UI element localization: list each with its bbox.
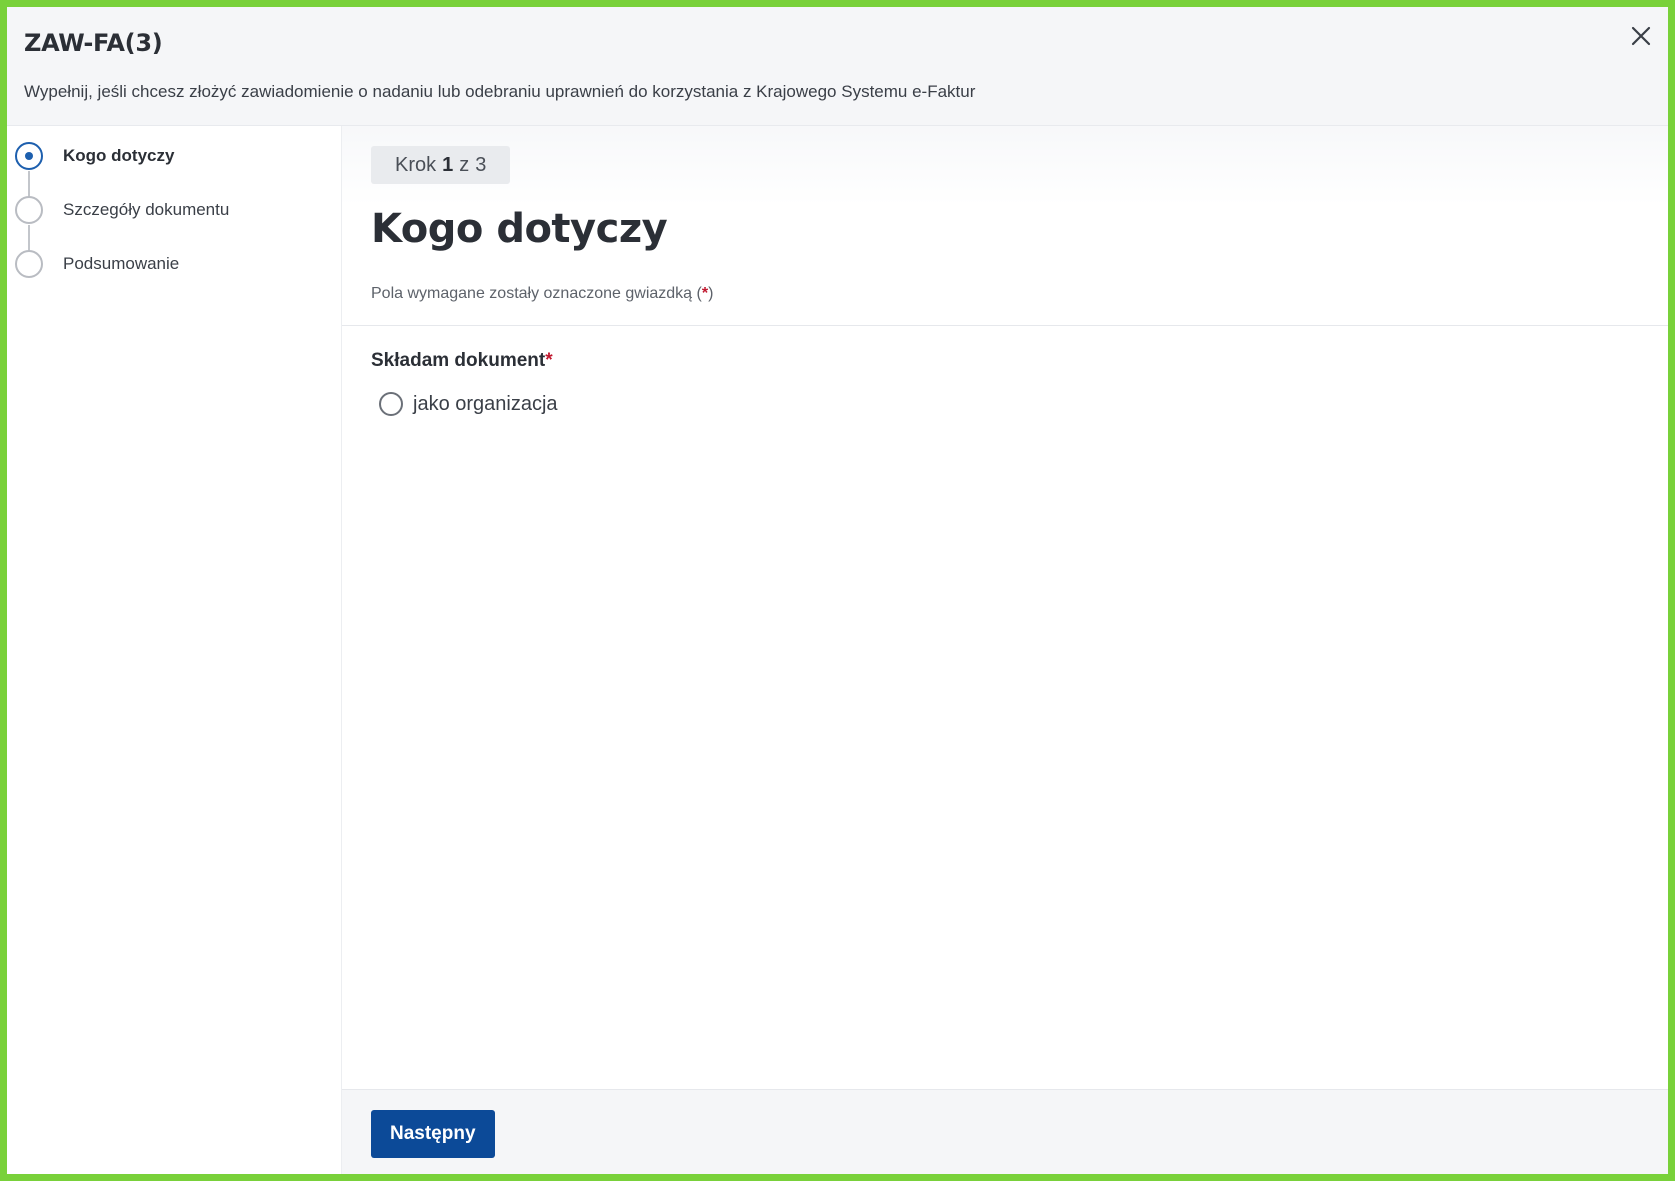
step-pending-indicator-icon bbox=[15, 196, 43, 224]
dialog-header: ZAW-FA(3) Wypełnij, jeśli chcesz złożyć … bbox=[7, 7, 1668, 126]
required-fields-note: Pola wymagane zostały oznaczone gwiazdką… bbox=[371, 285, 713, 303]
main-top-section: Krok 1 z 3 Kogo dotyczy Pola wymagane zo… bbox=[342, 126, 1668, 326]
main-content: Krok 1 z 3 Kogo dotyczy Pola wymagane zo… bbox=[342, 126, 1668, 1174]
step-label: Podsumowanie bbox=[63, 254, 180, 273]
step-connector bbox=[28, 171, 30, 197]
close-button[interactable] bbox=[1626, 21, 1656, 51]
step-szczegoly-dokumentu[interactable]: Szczegóły dokumentu bbox=[15, 195, 229, 225]
step-counter-prefix: Krok bbox=[395, 153, 437, 176]
page-title: Kogo dotyczy bbox=[371, 206, 668, 252]
step-counter-current: 1 bbox=[442, 153, 454, 176]
step-counter-total: 3 bbox=[475, 153, 487, 176]
next-button[interactable]: Następny bbox=[371, 1110, 495, 1158]
step-counter-badge: Krok 1 z 3 bbox=[371, 146, 511, 184]
dialog-description: Wypełnij, jeśli chcesz złożyć zawiadomie… bbox=[24, 82, 976, 101]
step-counter-separator: z bbox=[459, 153, 470, 176]
field-label-text: Składam dokument bbox=[371, 350, 546, 371]
dialog-frame: ZAW-FA(3) Wypełnij, jeśli chcesz złożyć … bbox=[0, 0, 1675, 1181]
step-label: Szczegóły dokumentu bbox=[63, 200, 230, 219]
step-connector bbox=[28, 225, 30, 251]
required-note-close: ) bbox=[708, 285, 714, 302]
step-pending-indicator-icon bbox=[15, 250, 43, 278]
radio-button[interactable] bbox=[379, 392, 403, 416]
field-label-skladam-dokument: Składam dokument* bbox=[371, 350, 553, 372]
close-icon bbox=[1631, 26, 1651, 46]
dialog-footer: Następny bbox=[342, 1089, 1668, 1174]
steps-sidebar: Kogo dotyczy Szczegóły dokumentu Podsumo… bbox=[7, 126, 342, 1174]
required-star: * bbox=[545, 350, 553, 371]
radio-option-jako-organizacja[interactable]: jako organizacja bbox=[379, 392, 558, 416]
required-note-text: Pola wymagane zostały oznaczone gwiazdką… bbox=[371, 285, 702, 302]
step-active-indicator-icon bbox=[15, 142, 43, 170]
step-podsumowanie[interactable]: Podsumowanie bbox=[15, 249, 179, 279]
step-kogo-dotyczy[interactable]: Kogo dotyczy bbox=[15, 141, 174, 171]
radio-option-label: jako organizacja bbox=[413, 392, 558, 415]
dialog-title: ZAW-FA(3) bbox=[24, 29, 163, 57]
step-label: Kogo dotyczy bbox=[63, 146, 175, 165]
